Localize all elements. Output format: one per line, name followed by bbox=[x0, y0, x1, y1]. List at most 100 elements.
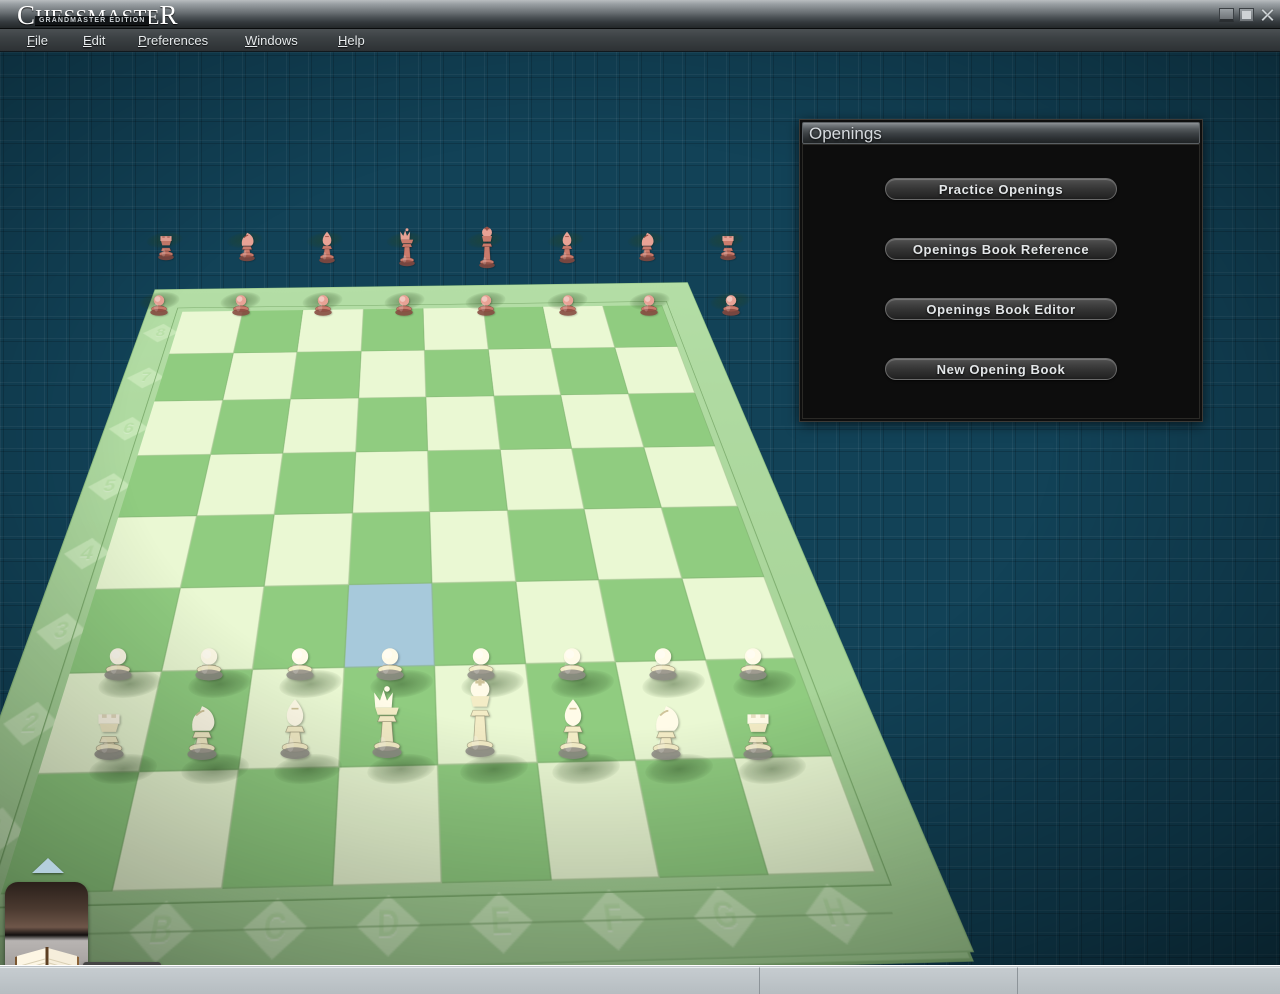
openings-window-body: Practice Openings Openings Book Referenc… bbox=[802, 144, 1200, 419]
board-square-f3[interactable] bbox=[515, 579, 616, 665]
menu-item-windows[interactable]: Windows bbox=[245, 31, 298, 50]
piece-shadow bbox=[383, 231, 426, 248]
piece-shadow bbox=[623, 231, 667, 248]
menu-item-file[interactable]: File bbox=[27, 31, 48, 50]
board-square-d7[interactable] bbox=[358, 350, 427, 399]
status-cell-secondary bbox=[760, 967, 1018, 994]
menu-item-label: ile bbox=[34, 32, 48, 48]
board-square-d4[interactable] bbox=[348, 512, 433, 585]
openings-window-titlebar[interactable]: Openings bbox=[802, 122, 1200, 144]
board-square-b1[interactable] bbox=[111, 769, 240, 892]
board-square-b5[interactable] bbox=[196, 453, 284, 517]
menu-accel: W bbox=[245, 32, 258, 48]
board-coordinate-labels: ABCDEFGH87654321 bbox=[0, 283, 893, 290]
piece-shadow bbox=[222, 231, 266, 248]
board-square-c1[interactable] bbox=[222, 766, 339, 890]
title-bar: CHESSMASTER GRANDMASTER EDITION bbox=[0, 0, 1280, 30]
file-diamond-h bbox=[796, 883, 879, 945]
maximize-button[interactable] bbox=[1239, 8, 1254, 22]
file-label-d: D bbox=[355, 894, 421, 957]
board-square-d6[interactable] bbox=[355, 397, 429, 452]
file-diamond-e bbox=[468, 892, 537, 955]
menu-accel: F bbox=[27, 32, 35, 48]
status-bar bbox=[0, 965, 1280, 994]
board-square-c8[interactable] bbox=[297, 309, 364, 353]
file-diamond-g bbox=[687, 886, 765, 948]
menu-item-preferences[interactable]: Preferences bbox=[138, 31, 208, 50]
file-label-g: G bbox=[708, 895, 743, 937]
minimize-button[interactable] bbox=[1219, 8, 1234, 22]
file-diamond-f bbox=[578, 889, 652, 952]
menu-bar: File Edit Preferences Windows Help bbox=[0, 29, 1280, 52]
file-diamond-c bbox=[239, 897, 309, 960]
board-square-d3[interactable] bbox=[344, 582, 435, 668]
board-square-e7[interactable] bbox=[424, 349, 494, 398]
board-square-a8[interactable] bbox=[169, 310, 243, 354]
game-viewport: ABCDEFGH87654321 bbox=[0, 52, 1280, 965]
close-icon bbox=[1259, 8, 1276, 22]
maximize-icon bbox=[1239, 8, 1254, 22]
file-label-f: F bbox=[578, 889, 652, 952]
menu-item-label: indows bbox=[257, 32, 298, 48]
chessboard-3d[interactable]: ABCDEFGH87654321 bbox=[0, 52, 975, 965]
board-square-f6[interactable] bbox=[493, 395, 573, 450]
board-square-g3[interactable] bbox=[598, 578, 706, 663]
board-square-e4[interactable] bbox=[430, 510, 516, 583]
board-square-c6[interactable] bbox=[283, 398, 359, 454]
app-logo: CHESSMASTER GRANDMASTER EDITION bbox=[17, 0, 178, 30]
board-square-f4[interactable] bbox=[507, 509, 599, 582]
piece-shadow bbox=[706, 292, 755, 311]
board-square-b3[interactable] bbox=[161, 586, 265, 672]
menu-accel: E bbox=[83, 32, 92, 48]
window-controls bbox=[1219, 6, 1276, 24]
piece-shadow bbox=[543, 231, 587, 248]
open-book-icon bbox=[15, 947, 79, 965]
file-diamond-d bbox=[355, 894, 421, 957]
opening-book-panel[interactable] bbox=[5, 882, 88, 965]
board-square-c5[interactable] bbox=[274, 451, 356, 515]
minimize-icon bbox=[1219, 8, 1234, 22]
status-cell-primary bbox=[0, 967, 760, 994]
file-label-h: H bbox=[819, 892, 855, 934]
new-opening-book-button[interactable]: New Opening Book bbox=[885, 358, 1117, 380]
board-square-e3[interactable] bbox=[432, 581, 526, 667]
menu-item-help[interactable]: Help bbox=[338, 31, 365, 50]
openings-book-reference-button[interactable]: Openings Book Reference bbox=[885, 238, 1117, 260]
menu-item-label: references bbox=[146, 32, 209, 48]
piece-shadow bbox=[463, 231, 506, 248]
file-label-c: C bbox=[239, 897, 309, 960]
openings-book-editor-button[interactable]: Openings Book Editor bbox=[885, 298, 1117, 320]
openings-window-title: Openings bbox=[809, 124, 882, 143]
board-square-c3[interactable] bbox=[252, 584, 349, 670]
file-label-rule bbox=[0, 912, 893, 938]
board-square-f7[interactable] bbox=[488, 348, 562, 397]
collapse-arrow-icon[interactable] bbox=[32, 858, 64, 873]
board-square-e6[interactable] bbox=[426, 396, 501, 451]
board-square-c7[interactable] bbox=[290, 351, 362, 400]
board-square-d8[interactable] bbox=[361, 308, 425, 352]
board-square-d5[interactable] bbox=[352, 450, 430, 514]
menu-item-label: elp bbox=[347, 32, 365, 48]
board-square-e8[interactable] bbox=[423, 307, 489, 351]
piece-shadow bbox=[703, 231, 747, 248]
board-square-f5[interactable] bbox=[500, 448, 585, 511]
file-diamond-b bbox=[122, 900, 198, 964]
openings-window[interactable]: Openings Practice Openings Openings Book… bbox=[799, 119, 1203, 422]
menu-accel: P bbox=[138, 32, 147, 48]
practice-openings-button[interactable]: Practice Openings bbox=[885, 178, 1117, 200]
status-cell-tertiary bbox=[1018, 967, 1280, 994]
close-button[interactable] bbox=[1259, 8, 1276, 22]
application-window: CHESSMASTER GRANDMASTER EDITION File Edi… bbox=[0, 0, 1280, 994]
board-square-a7[interactable] bbox=[154, 352, 234, 402]
file-label-b: B bbox=[122, 900, 198, 964]
board-square-f8[interactable] bbox=[483, 306, 552, 350]
board-square-b8[interactable] bbox=[233, 310, 304, 353]
board-square-b6[interactable] bbox=[210, 399, 291, 455]
board-square-c4[interactable] bbox=[264, 513, 353, 587]
menu-item-label: dit bbox=[91, 32, 106, 48]
board-square-e5[interactable] bbox=[428, 449, 508, 512]
menu-accel: H bbox=[338, 32, 348, 48]
board-square-b7[interactable] bbox=[222, 352, 298, 401]
piece-shadow bbox=[303, 231, 346, 248]
menu-item-edit[interactable]: Edit bbox=[83, 31, 105, 50]
